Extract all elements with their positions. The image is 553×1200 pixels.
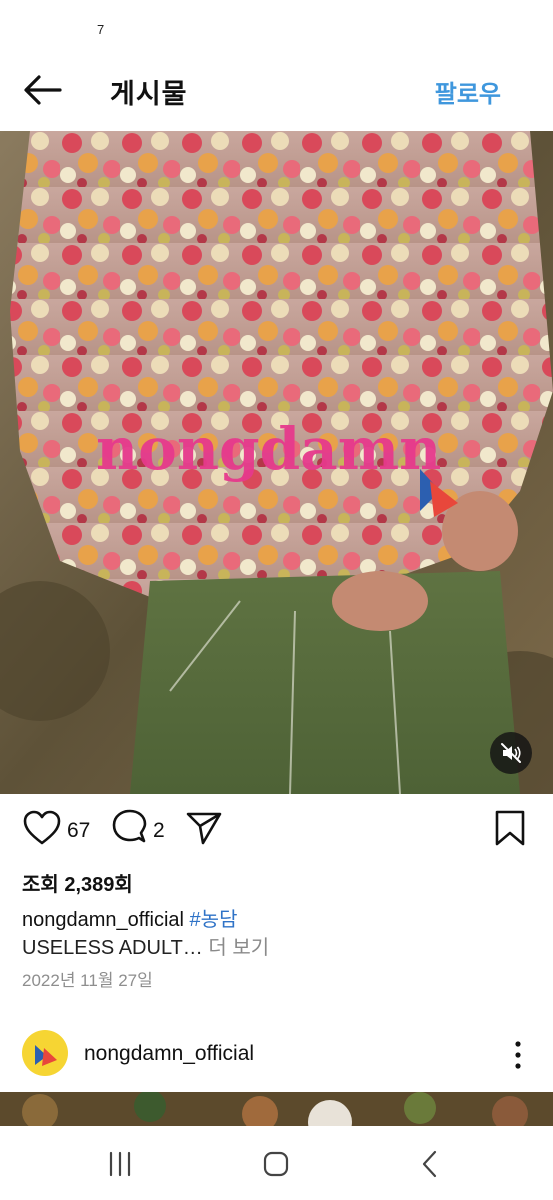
recent-apps-button[interactable] bbox=[100, 1144, 140, 1184]
post-video[interactable]: nongdamn bbox=[0, 131, 553, 794]
brand-logo-icon bbox=[35, 1045, 57, 1066]
comment-bubble-icon bbox=[112, 809, 147, 843]
hashtag-link[interactable]: #농담 bbox=[190, 909, 238, 931]
like-count: 67 bbox=[67, 819, 91, 842]
share-button[interactable] bbox=[184, 806, 224, 852]
next-post-username[interactable]: nongdamn_official bbox=[84, 1042, 254, 1066]
send-icon bbox=[186, 812, 222, 845]
next-post-header: nongdamn_official bbox=[0, 1026, 553, 1084]
next-post-image[interactable] bbox=[0, 1092, 553, 1126]
post-video-frame: nongdamn bbox=[0, 131, 553, 794]
view-count: 조회 2,389회 bbox=[22, 874, 133, 896]
kebab-menu-icon bbox=[515, 1041, 521, 1069]
caption: USELESS ADULT… 더 보기 bbox=[22, 931, 269, 960]
top-bar: 게시물 팔로우 bbox=[0, 52, 553, 130]
page-title: 게시물 bbox=[110, 79, 188, 109]
status-indicator: 7 bbox=[97, 22, 105, 37]
heart-icon bbox=[23, 810, 61, 845]
chevron-left-icon bbox=[422, 1150, 437, 1178]
caption-header: nongdamn_official #농담 bbox=[22, 903, 237, 932]
home-icon bbox=[263, 1151, 289, 1177]
status-bar: 7 bbox=[0, 0, 553, 52]
more-link[interactable]: 더 보기 bbox=[208, 937, 269, 959]
comment-button[interactable] bbox=[110, 806, 150, 852]
speaker-muted-icon bbox=[501, 743, 521, 763]
post-date: 2022년 11월 27일 bbox=[22, 971, 153, 990]
arrow-left-icon bbox=[24, 75, 62, 105]
like-button[interactable] bbox=[22, 806, 62, 852]
home-button[interactable] bbox=[256, 1144, 296, 1184]
caption-text: USELESS ADULT… bbox=[22, 937, 203, 959]
more-options-button[interactable] bbox=[508, 1038, 528, 1072]
caption-username[interactable]: nongdamn_official bbox=[22, 909, 184, 931]
follow-button[interactable]: 팔로우 bbox=[435, 74, 501, 109]
recent-apps-icon bbox=[109, 1151, 131, 1177]
mute-button[interactable] bbox=[490, 732, 532, 774]
avatar[interactable] bbox=[22, 1030, 68, 1076]
bookmark-icon bbox=[495, 810, 525, 846]
post-action-bar: 67 2 bbox=[0, 806, 553, 856]
back-button[interactable] bbox=[20, 72, 64, 108]
system-back-button[interactable] bbox=[410, 1144, 450, 1184]
comment-count: 2 bbox=[153, 819, 165, 842]
next-post-image-frame bbox=[0, 1092, 553, 1126]
save-button[interactable] bbox=[492, 806, 528, 852]
system-nav-bar bbox=[0, 1126, 553, 1200]
watermark-logo: nongdamn bbox=[96, 415, 441, 483]
